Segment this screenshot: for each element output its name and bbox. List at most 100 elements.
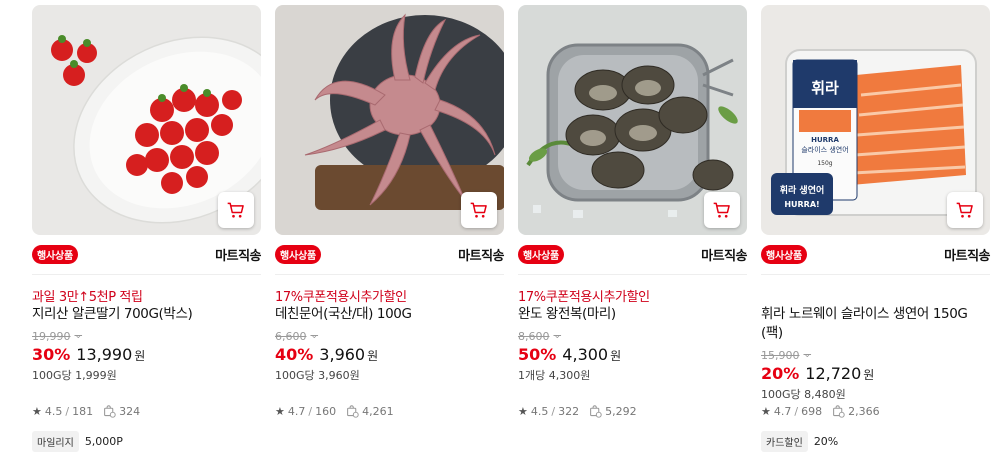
price-row: 40% 3,960 원 [275, 345, 504, 366]
add-to-cart-button[interactable] [947, 192, 983, 228]
purchase-icon [590, 405, 602, 418]
review-count: 160 [315, 405, 337, 418]
product-meta: 행사상품 마트직송 [518, 235, 747, 275]
promo-text: 17%쿠폰적용시추가할인 [275, 290, 407, 305]
rating: ★ 4.7/160 [275, 405, 337, 418]
rating-value: 4.7 [773, 405, 792, 418]
original-price: 6,600 ⌄ [275, 329, 504, 344]
original-price: 8,600 ⌄ [518, 329, 747, 344]
benefit-row: 마일리지 5,000P [32, 431, 123, 452]
rating-value: 4.5 [530, 405, 549, 418]
purchase-value: 2,366 [848, 405, 880, 418]
star-icon: ★ [275, 405, 285, 418]
original-price-value: 19,990 [32, 330, 71, 343]
benefit-chip: 마일리지 [32, 431, 79, 452]
cart-icon [956, 202, 973, 218]
chevron-down-icon[interactable]: ⌄ [311, 329, 319, 344]
currency: 원 [610, 349, 622, 363]
delivery-type: 마트직송 [458, 249, 504, 264]
product-stats: ★ 4.5/322 5,292 [518, 405, 637, 418]
purchase-icon [833, 405, 845, 418]
product-card[interactable]: 행사상품 마트직송 17%쿠폰적용시추가할인 완도 왕전복(마리) 8,600 … [518, 0, 747, 463]
sale-price: 3,960 [319, 345, 366, 364]
chevron-down-icon[interactable]: ⌄ [554, 329, 562, 344]
discount-rate: 50% [518, 345, 557, 364]
promo-text: 17%쿠폰적용시추가할인 [518, 290, 650, 305]
cart-icon [713, 202, 730, 218]
package-weight: 150g [817, 160, 832, 167]
currency: 원 [134, 349, 146, 363]
star-icon: ★ [761, 405, 771, 418]
add-to-cart-button[interactable] [461, 192, 497, 228]
price-row: 50% 4,300 원 [518, 345, 747, 366]
cart-icon [470, 202, 487, 218]
price-row: 30% 13,990 원 [32, 345, 261, 366]
star-icon: ★ [518, 405, 528, 418]
add-to-cart-button[interactable] [218, 192, 254, 228]
promo-text: 과일 3만↑5천P 적립 [32, 290, 143, 305]
product-name[interactable]: 지리산 알큰딸기 700G(박스) [32, 305, 261, 324]
delivery-type: 마트직송 [944, 249, 990, 264]
product-name[interactable]: 휘라 노르웨이 슬라이스 생연어 150G (팩) [761, 305, 990, 343]
product-image[interactable] [518, 5, 747, 235]
rating: ★ 4.5/322 [518, 405, 580, 418]
sticker-text-en: HURRA! [784, 200, 819, 209]
original-price: 15,900 ⌄ [761, 348, 990, 363]
rating-value: 4.5 [44, 405, 63, 418]
package-brand-en: HURRA [811, 136, 839, 144]
event-badge: 행사상품 [761, 245, 807, 264]
product-stats: ★ 4.7/160 4,261 [275, 405, 394, 418]
purchase-count: 4,261 [346, 405, 394, 418]
benefit-value: 20% [813, 435, 839, 448]
rating: ★ 4.7/698 [761, 405, 823, 418]
promo-text [761, 286, 990, 305]
purchase-icon [104, 405, 116, 418]
delivery-type: 마트직송 [701, 249, 747, 264]
unit-price: 1개당 4,300원 [518, 369, 591, 382]
purchase-count: 324 [103, 405, 140, 418]
product-card[interactable]: 휘라 HURRA 슬라이스 생연어 150g 휘라 생연어 HURRA! 행사상… [761, 0, 990, 463]
benefit-chip: 카드할인 [761, 431, 808, 452]
star-icon: ★ [32, 405, 42, 418]
product-meta: 행사상품 마트직송 [32, 235, 261, 275]
purchase-count: 5,292 [589, 405, 637, 418]
add-to-cart-button[interactable] [704, 192, 740, 228]
rating-value: 4.7 [287, 405, 306, 418]
original-price-value: 8,600 [518, 330, 550, 343]
product-name[interactable]: 완도 왕전복(마리) [518, 305, 747, 324]
sale-price: 12,720 [805, 364, 862, 383]
sticker-text: 휘라 생연어 [780, 184, 825, 196]
purchase-value: 324 [119, 405, 141, 418]
product-meta: 행사상품 마트직송 [761, 235, 990, 275]
rating: ★ 4.5/181 [32, 405, 94, 418]
product-image[interactable]: 휘라 HURRA 슬라이스 생연어 150g 휘라 생연어 HURRA! [761, 5, 990, 235]
original-price-value: 15,900 [761, 349, 800, 362]
product-name[interactable]: 데친문어(국산/대) 100G [275, 305, 504, 324]
event-badge: 행사상품 [32, 245, 78, 264]
package-brand: 휘라 [811, 79, 839, 97]
event-badge: 행사상품 [275, 245, 321, 264]
price-row: 20% 12,720 원 [761, 364, 990, 385]
unit-price: 100G당 8,480원 [761, 388, 846, 401]
benefit-value: 5,000P [84, 435, 123, 448]
purchase-count: 2,366 [832, 405, 880, 418]
unit-price: 100G당 3,960원 [275, 369, 360, 382]
review-count: 698 [801, 405, 823, 418]
original-price-value: 6,600 [275, 330, 307, 343]
chevron-down-icon[interactable]: ⌄ [75, 329, 83, 344]
unit-price: 100G당 1,999원 [32, 369, 117, 382]
currency: 원 [863, 368, 875, 382]
sale-price: 13,990 [76, 345, 133, 364]
product-image[interactable] [275, 5, 504, 235]
product-image[interactable] [32, 5, 261, 235]
package-product: 슬라이스 생연어 [801, 145, 848, 154]
chevron-down-icon[interactable]: ⌄ [804, 348, 812, 363]
product-card[interactable]: 행사상품 마트직송 과일 3만↑5천P 적립 지리산 알큰딸기 700G(박스)… [32, 0, 261, 463]
discount-rate: 30% [32, 345, 71, 364]
product-card[interactable]: 행사상품 마트직송 17%쿠폰적용시추가할인 데친문어(국산/대) 100G 6… [275, 0, 504, 463]
review-count: 181 [72, 405, 94, 418]
event-badge: 행사상품 [518, 245, 564, 264]
purchase-value: 4,261 [362, 405, 394, 418]
purchase-value: 5,292 [605, 405, 637, 418]
product-grid: 행사상품 마트직송 과일 3만↑5천P 적립 지리산 알큰딸기 700G(박스)… [0, 0, 1004, 463]
